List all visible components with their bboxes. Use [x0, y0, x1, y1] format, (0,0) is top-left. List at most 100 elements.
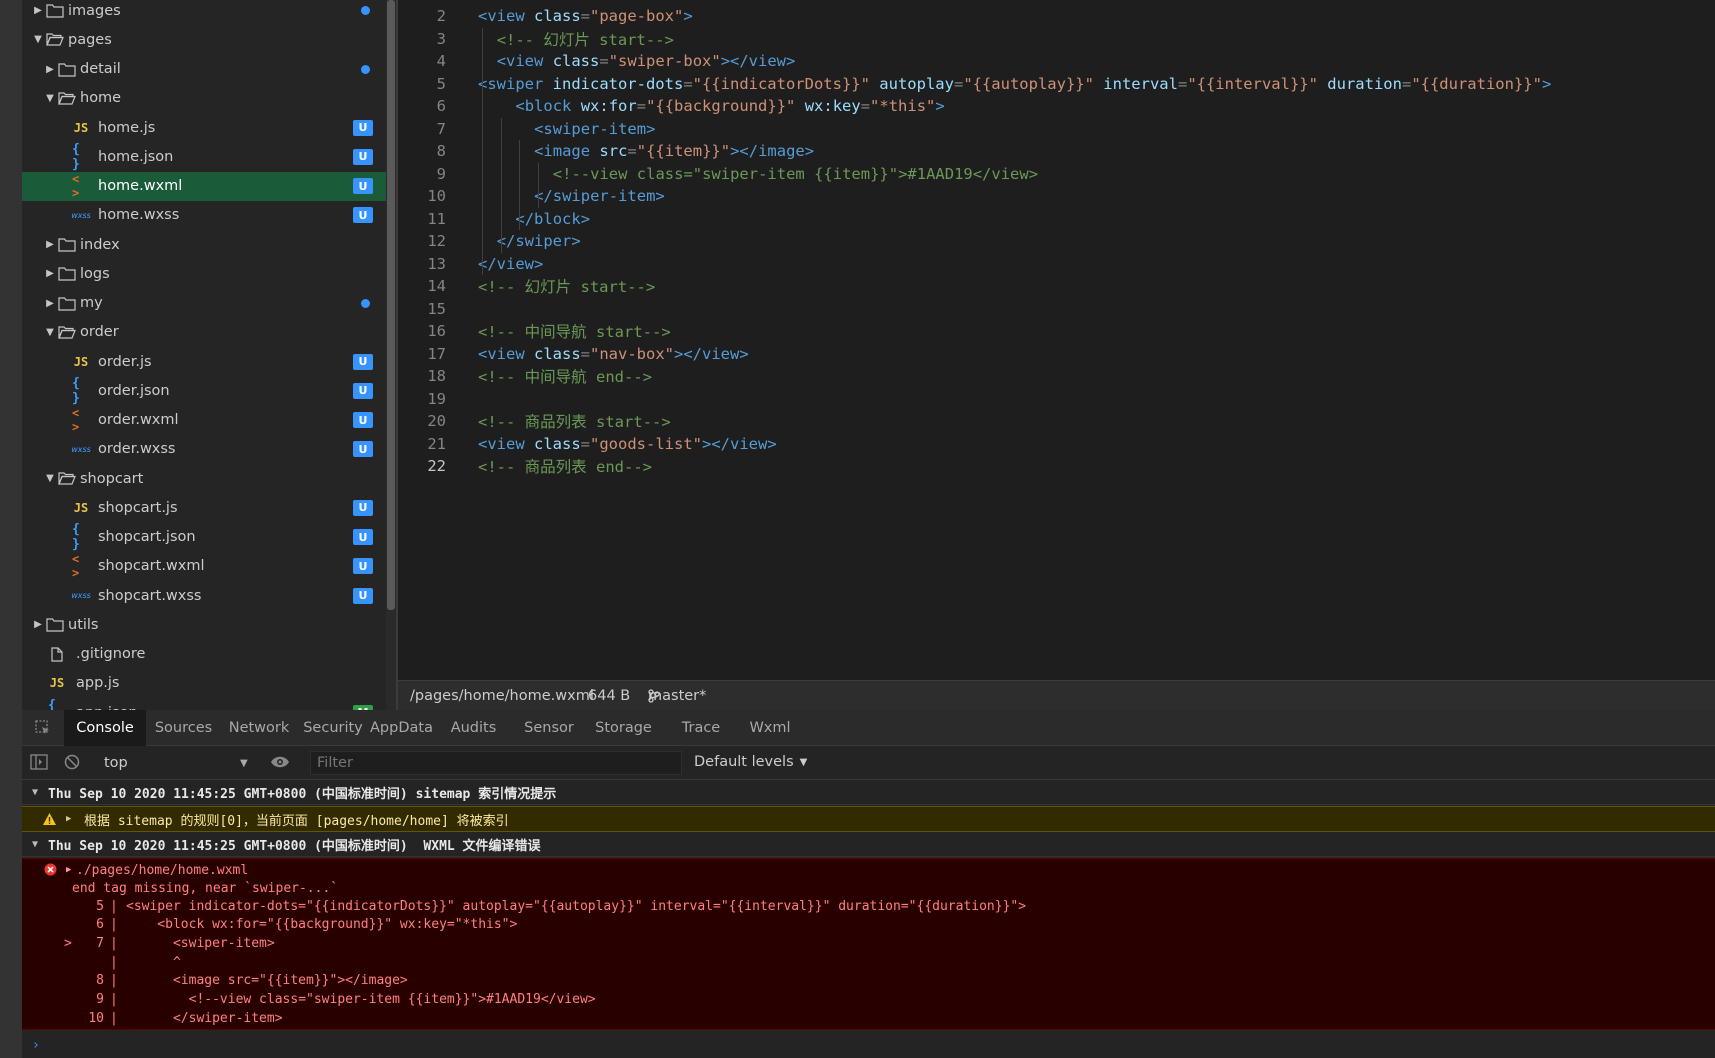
chevron-right-icon[interactable]: ▶	[33, 5, 43, 16]
code-line[interactable]: 17 <view class="nav-box"></view>	[398, 343, 1715, 366]
code-line[interactable]: 9 <!--view class="swiper-item {{item}}">#…	[398, 163, 1715, 186]
tree-folder[interactable]: ▼ shopcart	[22, 464, 386, 493]
tree-folder[interactable]: ▶ utils	[22, 610, 386, 639]
console-group-wxml-error[interactable]: ▼ Thu Sep 10 2020 11:45:25 GMT+0800 (中国标…	[22, 832, 1715, 857]
tab-storage[interactable]: Storage	[585, 710, 662, 746]
tree-file[interactable]: wxss order.wxss U	[22, 435, 386, 464]
file-path[interactable]: /pages/home/home.wxml	[410, 688, 594, 704]
tree-folder[interactable]: ▶ index	[22, 230, 386, 259]
tab-label: Wxml	[749, 720, 791, 736]
code-token: class	[534, 344, 581, 363]
console-error[interactable]: ▶ ./pages/home/home.wxml end tag missing…	[22, 858, 1715, 1030]
tab-sources[interactable]: Sources	[146, 710, 221, 746]
code-token: =	[580, 344, 591, 363]
error-code-line: <block wx:for="{{background}}" wx:key="*…	[126, 917, 518, 933]
tab-label: Network	[228, 720, 290, 736]
chevron-right-icon[interactable]: ▶	[33, 619, 43, 630]
tab-network[interactable]: Network	[221, 710, 297, 746]
code-line[interactable]: 3 <!-- 幻灯片 start-->	[398, 28, 1715, 51]
tab-appdata[interactable]: AppData	[369, 710, 434, 746]
tree-folder[interactable]: ▼ pages	[22, 25, 386, 54]
line-number: 3	[436, 29, 446, 48]
chevron-right-icon[interactable]: ▶	[45, 298, 55, 309]
code-line[interactable]: 21 <view class="goods-list"></view>	[398, 433, 1715, 456]
tab-audits[interactable]: Audits	[434, 710, 513, 746]
code-line[interactable]: 10 </swiper-item>	[398, 185, 1715, 208]
live-expression-button[interactable]	[270, 755, 290, 769]
console-prompt[interactable]: ›	[22, 1030, 1715, 1058]
console-group-sitemap[interactable]: ▼ Thu Sep 10 2020 11:45:25 GMT+0800 (中国标…	[22, 780, 1715, 805]
tree-file[interactable]: .gitignore	[22, 640, 386, 669]
tree-file[interactable]: JS order.js U	[22, 347, 386, 376]
code-line[interactable]: 19	[398, 388, 1715, 411]
code-token: <view	[496, 52, 553, 71]
code-line[interactable]: 18 <!-- 中间导航 end-->	[398, 365, 1715, 388]
tree-file[interactable]: { } home.json U	[22, 142, 386, 172]
chevron-down-icon[interactable]: ▼	[45, 93, 55, 104]
tree-file[interactable]: { } shopcart.json U	[22, 522, 386, 552]
tree-file[interactable]: < > order.wxml U	[22, 406, 386, 435]
tab-security[interactable]: Security	[297, 710, 369, 746]
tree-file[interactable]: JS app.js	[22, 669, 386, 698]
chevron-down-icon[interactable]: ▼	[45, 473, 55, 484]
code-line[interactable]: 8 <image src="{{item}}"></image>	[398, 140, 1715, 163]
tree-file[interactable]: < > home.wxml U	[22, 171, 386, 201]
code-text: <view class="nav-box"></view>	[478, 345, 749, 363]
tab-trace[interactable]: Trace	[662, 710, 740, 746]
tree-folder[interactable]: ▼ order	[22, 318, 386, 347]
code-line[interactable]: 12 </swiper>	[398, 230, 1715, 253]
tree-folder[interactable]: ▶ my	[22, 289, 386, 318]
wxml-file-icon: < >	[72, 406, 80, 434]
tree-file[interactable]: wxss home.wxss U	[22, 201, 386, 230]
sidebar-toggle-icon	[30, 754, 48, 770]
tree-file[interactable]: { }app.jsonM	[22, 698, 386, 710]
explorer-scrollbar-thumb[interactable]	[387, 0, 395, 610]
tree-file[interactable]: { } order.json U	[22, 376, 386, 406]
chevron-down-icon[interactable]: ▼	[33, 34, 43, 45]
code-line[interactable]: 13 </view>	[398, 253, 1715, 276]
line-number: 5	[436, 74, 446, 93]
chevron-right-icon[interactable]: ▶	[45, 64, 55, 75]
git-status-badge: U	[353, 499, 373, 516]
code-line[interactable]: 2 <view class="page-box">	[398, 5, 1715, 28]
tree-item-label: home.wxss	[98, 207, 180, 224]
git-branch[interactable]: master*	[648, 688, 706, 704]
expand-arrow-icon[interactable]: ▶	[66, 814, 71, 824]
tab-wxml[interactable]: Wxml	[740, 710, 800, 746]
log-levels-dropdown[interactable]: Default levels ▼	[694, 754, 807, 770]
tree-folder[interactable]: ▶ detail	[22, 55, 386, 84]
code-line[interactable]: 7 <swiper-item>	[398, 118, 1715, 141]
tree-folder[interactable]: ▶ images	[22, 0, 386, 25]
code-editor[interactable]: 2 <view class="page-box"> 3 <!-- 幻灯片 start-…	[398, 0, 1715, 680]
tree-file[interactable]: JS shopcart.js U	[22, 493, 386, 522]
console-warning[interactable]: ▶ 根据 sitemap 的规则[0]，当前页面 [pages/home/hom…	[22, 806, 1715, 832]
context-select[interactable]: top ▼	[94, 750, 254, 776]
code-line[interactable]: 20 <!-- 商品列表 start-->	[398, 410, 1715, 433]
code-line[interactable]: 22 <!-- 商品列表 end-->	[398, 455, 1715, 478]
tab-console[interactable]: Console	[64, 710, 146, 746]
code-line[interactable]: 5 <swiper indicator-dots="{{indicatorDots…	[398, 73, 1715, 96]
code-line[interactable]: 14 <!-- 幻灯片 start-->	[398, 275, 1715, 298]
error-file[interactable]: ./pages/home/home.wxml	[76, 861, 248, 879]
tree-file[interactable]: wxss shopcart.wxss U	[22, 581, 386, 610]
toggle-sidebar-button[interactable]	[30, 754, 48, 770]
chevron-right-icon[interactable]: ▶	[45, 268, 55, 279]
folder-open-icon	[58, 471, 76, 487]
code-line[interactable]: 11 </block>	[398, 208, 1715, 231]
tree-folder[interactable]: ▶ logs	[22, 259, 386, 288]
code-line[interactable]: 15	[398, 298, 1715, 321]
tree-folder[interactable]: ▼ home	[22, 84, 386, 113]
tree-file[interactable]: < > shopcart.wxml U	[22, 552, 386, 581]
chevron-down-icon[interactable]: ▼	[45, 327, 55, 338]
clear-console-button[interactable]	[64, 754, 80, 770]
expand-arrow-icon[interactable]: ▶	[66, 861, 71, 879]
code-token: "nav-box"	[590, 344, 675, 363]
code-line[interactable]: 4 <view class="swiper-box"></view>	[398, 50, 1715, 73]
inspect-element-button[interactable]	[22, 710, 64, 746]
tab-sensor[interactable]: Sensor	[513, 710, 585, 746]
code-line[interactable]: 16 <!-- 中间导航 start-->	[398, 320, 1715, 343]
tree-file[interactable]: JS home.js U	[22, 113, 386, 142]
console-filter-input[interactable]	[310, 751, 682, 775]
chevron-right-icon[interactable]: ▶	[45, 239, 55, 250]
code-line[interactable]: 6 <block wx:for="{{background}}" wx:key="…	[398, 95, 1715, 118]
